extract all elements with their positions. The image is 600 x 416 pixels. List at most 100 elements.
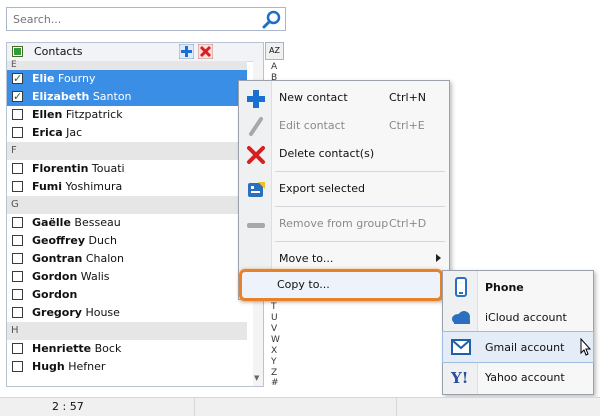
- contact-row[interactable]: Fumi Yoshimura: [7, 178, 247, 196]
- contact-name: Ellen Fitzpatrick: [32, 106, 123, 124]
- index-letter[interactable]: A: [271, 62, 277, 72]
- contact-checkbox[interactable]: [12, 163, 23, 174]
- index-letter[interactable]: T: [271, 302, 277, 312]
- contact-row[interactable]: Henriette Bock: [7, 340, 247, 358]
- add-contact-icon[interactable]: [179, 44, 194, 59]
- last-name: Fitzpatrick: [65, 108, 123, 121]
- mail-icon: [451, 339, 471, 355]
- submenu-item-label: Phone: [485, 281, 524, 294]
- first-name: Ellen: [32, 108, 63, 121]
- svg-text:Y!: Y!: [450, 369, 468, 387]
- search-input[interactable]: [7, 8, 259, 30]
- search-icon[interactable]: [262, 10, 282, 30]
- status-bar: 2 : 57: [0, 397, 600, 416]
- contact-row[interactable]: Elie Fourny: [7, 70, 247, 88]
- contact-name: Gregory House: [32, 304, 120, 322]
- contact-name: Gaëlle Besseau: [32, 214, 121, 232]
- contact-checkbox[interactable]: [12, 253, 23, 264]
- menu-item-remove-from-group[interactable]: Remove from group Ctrl+D: [239, 210, 449, 238]
- contact-row[interactable]: Gordon Walis: [7, 268, 247, 286]
- contact-row[interactable]: Gontran Chalon: [7, 250, 247, 268]
- menu-item-edit-contact[interactable]: Edit contact Ctrl+E: [239, 112, 449, 140]
- contact-checkbox[interactable]: [12, 307, 23, 318]
- contact-row[interactable]: Gordon: [7, 286, 247, 304]
- contact-checkbox[interactable]: [12, 235, 23, 246]
- menu-item-delete-contacts[interactable]: Delete contact(s): [239, 140, 449, 168]
- group-label: E: [11, 60, 17, 70]
- last-name: Fourny: [58, 72, 96, 85]
- contact-name: Fumi Yoshimura: [32, 178, 122, 196]
- contact-name: Gontran Chalon: [32, 250, 124, 268]
- status-divider: [396, 398, 397, 416]
- delete-contact-icon[interactable]: [198, 44, 213, 59]
- submenu-item-gmail[interactable]: Gmail account: [442, 331, 594, 363]
- first-name: Henriette: [32, 342, 92, 355]
- menu-item-export-selected[interactable]: Export selected: [239, 175, 449, 203]
- first-name: Gontran: [32, 252, 83, 265]
- last-name: Santon: [92, 90, 132, 103]
- contact-row[interactable]: Gregory House: [7, 304, 247, 322]
- copy-to-submenu: Phone iCloud account Gmail account Y! Ya…: [442, 270, 594, 395]
- contact-row[interactable]: Florentin Touati: [7, 160, 247, 178]
- select-all-checkbox[interactable]: [12, 46, 23, 57]
- first-name: Elie: [32, 72, 55, 85]
- contact-row[interactable]: Elizabeth Santon: [7, 88, 247, 106]
- last-name: Hefner: [68, 360, 106, 373]
- contact-checkbox[interactable]: [12, 271, 23, 282]
- contact-row[interactable]: Ellen Fitzpatrick: [7, 106, 247, 124]
- contact-checkbox[interactable]: [12, 361, 23, 372]
- highlight-ring: [239, 269, 443, 301]
- menu-item-shortcut: Ctrl+D: [389, 217, 427, 230]
- status-divider: [194, 398, 195, 416]
- index-letter[interactable]: #: [271, 378, 279, 388]
- last-name: Besseau: [74, 216, 121, 229]
- contact-name: Erica Jac: [32, 124, 82, 142]
- last-name: Chalon: [85, 252, 125, 265]
- contact-name: Geoffrey Duch: [32, 232, 117, 250]
- menu-item-copy-to[interactable]: Copy to...: [239, 269, 443, 301]
- contact-name: Henriette Bock: [32, 340, 121, 358]
- menu-item-label: Delete contact(s): [279, 147, 375, 160]
- submenu-item-icloud[interactable]: iCloud account: [443, 302, 593, 332]
- sort-az-button[interactable]: AZ: [265, 42, 284, 60]
- contact-checkbox[interactable]: [12, 88, 23, 106]
- index-letter[interactable]: Y: [271, 357, 277, 367]
- contact-checkbox[interactable]: [12, 127, 23, 138]
- menu-separator: [275, 171, 445, 172]
- first-name: Erica: [32, 126, 63, 139]
- group-label: F: [11, 145, 17, 156]
- contact-row[interactable]: Geoffrey Duch: [7, 232, 247, 250]
- index-letter[interactable]: W: [271, 335, 280, 345]
- contact-checkbox[interactable]: [12, 289, 23, 300]
- index-letter[interactable]: U: [271, 313, 278, 323]
- submenu-item-yahoo[interactable]: Y! Yahoo account: [443, 362, 593, 392]
- contact-checkbox[interactable]: [12, 181, 23, 192]
- scroll-down-arrow-icon[interactable]: ▼: [254, 374, 259, 382]
- submenu-item-phone[interactable]: Phone: [443, 272, 593, 302]
- first-name: Gordon: [32, 288, 78, 301]
- contact-checkbox[interactable]: [12, 217, 23, 228]
- menu-item-shortcut: Ctrl+E: [389, 119, 425, 132]
- index-letter[interactable]: Z: [271, 368, 277, 378]
- list-header: Contacts: [7, 43, 263, 62]
- export-icon: [248, 182, 265, 197]
- contact-row[interactable]: Hugh Hefner: [7, 358, 247, 376]
- index-letter[interactable]: X: [271, 346, 277, 356]
- submenu-arrow-icon: [436, 254, 441, 262]
- index-letter[interactable]: V: [271, 324, 277, 334]
- last-name: House: [85, 306, 120, 319]
- group-label: G: [11, 199, 19, 210]
- contact-checkbox[interactable]: [12, 70, 23, 88]
- last-name: Jac: [66, 126, 83, 139]
- contact-row[interactable]: Erica Jac: [7, 124, 247, 142]
- contact-list[interactable]: Contacts E Elie Fourny Elizabeth Santon …: [6, 42, 264, 387]
- last-name: Bock: [94, 342, 122, 355]
- menu-item-new-contact[interactable]: New contact Ctrl+N: [239, 84, 449, 112]
- contact-checkbox[interactable]: [12, 343, 23, 354]
- search-box[interactable]: [6, 7, 286, 31]
- menu-item-label: Move to...: [279, 252, 334, 265]
- mouse-cursor-icon: [580, 338, 592, 356]
- group-header-f: F: [7, 142, 247, 160]
- contact-checkbox[interactable]: [12, 109, 23, 120]
- contact-row[interactable]: Gaëlle Besseau: [7, 214, 247, 232]
